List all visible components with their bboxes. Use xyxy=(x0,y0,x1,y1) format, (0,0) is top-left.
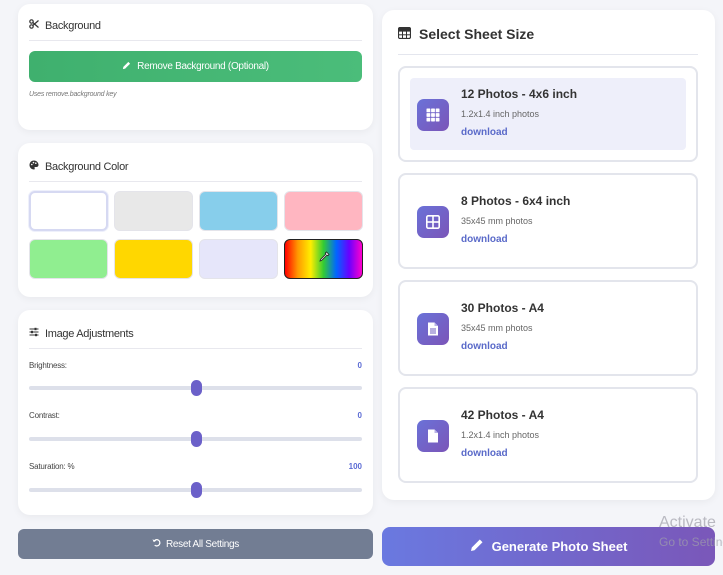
image-adjustments-card: Image Adjustments Brightness: 0 Contrast… xyxy=(18,310,373,515)
swatch-sky-blue[interactable] xyxy=(199,191,278,231)
download-link[interactable]: download xyxy=(461,448,508,459)
palette-icon xyxy=(29,160,39,173)
sheet-option-title: 12 Photos - 4x6 inch xyxy=(461,87,578,101)
reset-all-settings-label: Reset All Settings xyxy=(166,538,239,550)
background-color-title: Background Color xyxy=(45,160,129,173)
reset-all-settings-button[interactable]: Reset All Settings xyxy=(18,529,373,559)
sheet-option-body: 8 Photos - 6x4 inch 35x45 mm photos down… xyxy=(410,185,686,257)
select-sheet-size-title: Select Sheet Size xyxy=(419,26,535,42)
sheet-option-title: 30 Photos - A4 xyxy=(461,301,544,315)
document-icon xyxy=(417,420,449,452)
background-card: Background Remove Background (Optional) … xyxy=(18,4,373,130)
swatch-gold[interactable] xyxy=(114,239,193,279)
swatch-pink[interactable] xyxy=(284,191,363,231)
brightness-slider-thumb[interactable] xyxy=(190,380,202,396)
remove-background-hint: Uses remove.background key xyxy=(29,91,117,98)
generate-photo-sheet-label: Generate Photo Sheet xyxy=(491,539,628,554)
saturation-slider-thumb[interactable] xyxy=(190,482,202,498)
sheet-option-subtitle: 35x45 mm photos xyxy=(461,216,533,226)
download-link[interactable]: download xyxy=(461,127,508,138)
image-adjustments-header: Image Adjustments xyxy=(29,327,362,349)
image-adjustments-title: Image Adjustments xyxy=(45,327,134,340)
swatch-lavender[interactable] xyxy=(199,239,278,279)
document-lines-icon xyxy=(417,313,449,345)
contrast-label: Contrast: xyxy=(29,411,60,420)
background-color-header: Background Color xyxy=(29,160,362,182)
sheet-option-title: 42 Photos - A4 xyxy=(461,408,544,422)
table-icon xyxy=(397,26,412,42)
sheet-option-42-photos-a4[interactable]: 42 Photos - A4 1.2x1.4 inch photos downl… xyxy=(398,387,698,483)
pencil-icon xyxy=(122,61,131,73)
background-card-header: Background xyxy=(29,19,362,41)
brightness-slider[interactable] xyxy=(29,380,362,396)
select-sheet-size-header: Select Sheet Size xyxy=(397,26,698,55)
eyedropper-icon xyxy=(318,250,330,268)
saturation-slider[interactable] xyxy=(29,482,362,498)
background-color-card: Background Color xyxy=(18,143,373,297)
brightness-value: 0 xyxy=(357,361,362,370)
select-sheet-size-card: Select Sheet Size 12 Photos - 4x6 inch 1… xyxy=(382,10,715,500)
grid-9-icon xyxy=(417,99,449,131)
sheet-option-highlight: 12 Photos - 4x6 inch 1.2x1.4 inch photos… xyxy=(410,78,686,150)
contrast-value: 0 xyxy=(357,411,362,420)
pencil-icon xyxy=(470,538,484,555)
color-swatch-grid xyxy=(29,191,363,279)
contrast-slider-thumb[interactable] xyxy=(190,431,202,447)
sheet-option-30-photos-a4[interactable]: 30 Photos - A4 35x45 mm photos download xyxy=(398,280,698,376)
swatch-light-green[interactable] xyxy=(29,239,108,279)
sheet-option-body: 30 Photos - A4 35x45 mm photos download xyxy=(410,292,686,364)
sheet-option-8-photos-6x4[interactable]: 8 Photos - 6x4 inch 35x45 mm photos down… xyxy=(398,173,698,269)
contrast-slider[interactable] xyxy=(29,431,362,447)
saturation-label: Saturation: % xyxy=(29,462,75,471)
sheet-option-subtitle: 1.2x1.4 inch photos xyxy=(461,430,540,440)
download-link[interactable]: download xyxy=(461,234,508,245)
generate-photo-sheet-button[interactable]: Generate Photo Sheet xyxy=(382,527,715,566)
remove-background-label: Remove Background (Optional) xyxy=(137,61,269,72)
brightness-label: Brightness: xyxy=(29,361,67,370)
sheet-option-body: 42 Photos - A4 1.2x1.4 inch photos downl… xyxy=(410,399,686,471)
sheet-option-12-photos-4x6[interactable]: 12 Photos - 4x6 inch 1.2x1.4 inch photos… xyxy=(398,66,698,162)
custom-color-picker[interactable] xyxy=(284,239,363,279)
grid-4-icon xyxy=(417,206,449,238)
saturation-value: 100 xyxy=(348,462,362,471)
download-link[interactable]: download xyxy=(461,341,508,352)
sheet-option-title: 8 Photos - 6x4 inch xyxy=(461,194,571,208)
swatch-light-gray[interactable] xyxy=(114,191,193,231)
background-card-title: Background xyxy=(45,19,101,32)
scissors-icon xyxy=(29,19,39,32)
remove-background-button[interactable]: Remove Background (Optional) xyxy=(29,51,362,82)
sheet-option-subtitle: 1.2x1.4 inch photos xyxy=(461,109,540,119)
sheet-option-subtitle: 35x45 mm photos xyxy=(461,323,533,333)
sliders-icon xyxy=(29,327,39,340)
swatch-white[interactable] xyxy=(29,191,108,231)
undo-icon xyxy=(152,538,161,550)
